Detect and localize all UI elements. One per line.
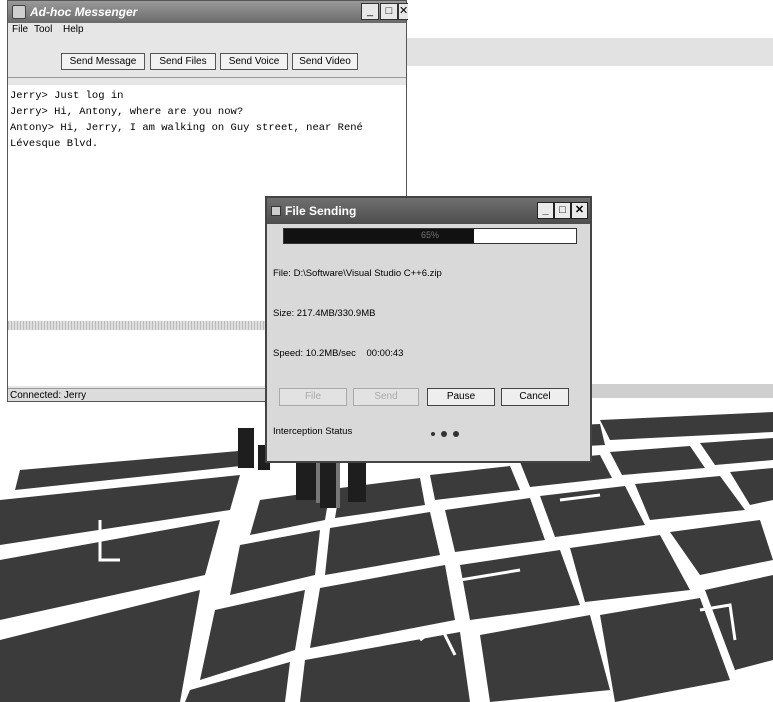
send-files-button[interactable]: Send Files	[150, 53, 216, 70]
status-dot	[441, 431, 447, 437]
chat-line: Lévesque Blvd.	[10, 138, 99, 150]
minimize-icon[interactable]: _	[537, 202, 554, 219]
chat-line: Antony> Hi, Jerry, I am walking on Guy s…	[10, 122, 363, 134]
connection-status: Connected: Jerry	[10, 390, 87, 401]
dialog-title: File Sending	[285, 204, 357, 218]
menu-tool[interactable]: Tool	[34, 24, 52, 35]
toolbar: Send Message Send Files Send Voice Send …	[8, 39, 406, 78]
close-icon[interactable]: ✕	[398, 3, 408, 20]
interception-status-label: Interception Status	[273, 426, 353, 437]
close-icon[interactable]: ✕	[571, 202, 588, 219]
chat-line: Jerry> Hi, Antony, where are you now?	[10, 106, 244, 118]
file-path: File: D:\Software\Visual Studio C++6.zip	[273, 268, 442, 279]
file-size: Size: 217.4MB/330.9MB	[273, 308, 376, 319]
send-message-button[interactable]: Send Message	[61, 53, 145, 70]
progress-bar: 65%	[283, 228, 577, 244]
progress-label: 65%	[420, 230, 439, 240]
chat-line: Jerry> Just log in	[10, 90, 124, 102]
file-sending-dialog: File Sending _ □ ✕ 65% File: D:\Software…	[265, 196, 592, 463]
pause-button[interactable]: Pause	[427, 388, 495, 406]
send-video-button[interactable]: Send Video	[292, 53, 358, 70]
transfer-speed: Speed: 10.2MB/sec 00:00:43	[273, 348, 404, 359]
status-dot	[431, 432, 435, 436]
status-dot	[453, 431, 459, 437]
app-icon	[12, 5, 26, 19]
menu-bar: File Tool Help	[8, 23, 406, 37]
send-button[interactable]: Send	[353, 388, 419, 406]
dialog-title-bar[interactable]: File Sending _ □ ✕	[267, 198, 590, 224]
maximize-icon[interactable]: □	[554, 202, 571, 219]
messenger-title-bar[interactable]: Ad-hoc Messenger _ □ ✕	[8, 1, 408, 23]
send-voice-button[interactable]: Send Voice	[220, 53, 288, 70]
menu-help[interactable]: Help	[63, 24, 84, 35]
dialog-icon	[271, 206, 281, 216]
messenger-title: Ad-hoc Messenger	[30, 5, 138, 19]
menu-file[interactable]: File	[12, 24, 28, 35]
cancel-button[interactable]: Cancel	[501, 388, 569, 406]
maximize-icon[interactable]: □	[380, 3, 398, 20]
file-button[interactable]: File	[279, 388, 347, 406]
minimize-icon[interactable]: _	[361, 3, 379, 20]
